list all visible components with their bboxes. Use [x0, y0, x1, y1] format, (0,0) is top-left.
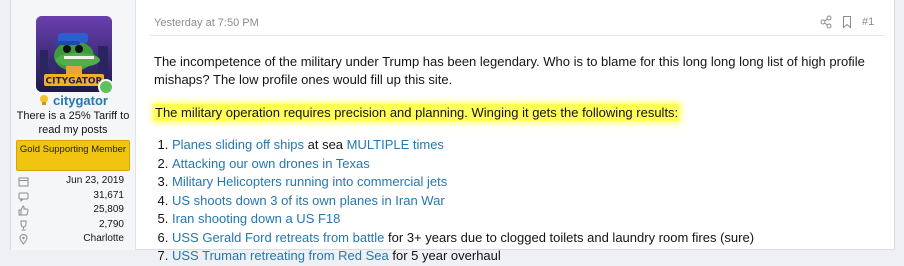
trophy-icon [20, 220, 27, 230]
post-container: CITYGATOR citygator There is a 25% Tarif… [10, 0, 895, 263]
post-number[interactable]: #1 [862, 16, 874, 28]
username-link[interactable]: citygator [53, 93, 108, 108]
list-item: USS Gerald Ford retreats from battle for… [172, 229, 894, 248]
stat-messages: 31,671 [16, 190, 130, 205]
list-link[interactable]: Iran shooting down a US F18 [172, 211, 340, 226]
list-item: Iran shooting down a US F18 [172, 210, 894, 229]
share-icon[interactable] [820, 15, 832, 29]
list-item: Attacking our own drones in Texas [172, 155, 894, 174]
user-stats: Jun 23, 2019 31,671 25,809 2,790 Charlot… [16, 175, 130, 248]
list-link[interactable]: Attacking our own drones in Texas [172, 156, 370, 171]
lightbulb-icon [40, 95, 49, 105]
stat-points: 2,790 [16, 219, 130, 234]
thumbs-up-icon [18, 205, 29, 216]
list-link[interactable]: USS Gerald Ford retreats from battle [172, 230, 384, 245]
post-date[interactable]: Yesterday at 7:50 PM [154, 17, 259, 29]
list-item: US shoots down 3 of its own planes in Ir… [172, 192, 894, 211]
header-divider [149, 35, 884, 36]
list-item: Military Helicopters running into commer… [172, 173, 894, 192]
bookmark-icon[interactable] [842, 15, 852, 29]
user-banner: Gold Supporting Member [16, 140, 130, 171]
user-title: There is a 25% Tariff to read my posts [16, 110, 130, 136]
stat-joined: Jun 23, 2019 [16, 175, 130, 190]
list-link[interactable]: MULTIPLE times [347, 137, 444, 152]
post-actions: #1 [820, 15, 880, 31]
post-main: Yesterday at 7:50 PM #1 The incompetence… [135, 0, 894, 263]
stat-location: Charlotte [16, 233, 130, 248]
highlighted-paragraph: The military operation requires precisio… [154, 104, 894, 122]
post-paragraph: The incompetence of the military under T… [154, 54, 865, 87]
messages-icon [18, 192, 29, 202]
location-pin-icon [19, 234, 28, 245]
stat-reactions: 25,809 [16, 204, 130, 219]
list-link[interactable]: USS Truman retreating from Red Sea [172, 248, 389, 263]
list-item: Planes sliding off ships at sea MULTIPLE… [172, 136, 894, 155]
svg-text:CITYGATOR: CITYGATOR [46, 77, 103, 87]
list-link[interactable]: US shoots down 3 of its own planes in Ir… [172, 193, 445, 208]
list-link[interactable]: Military Helicopters running into commer… [172, 174, 447, 189]
list-link[interactable]: Planes sliding off ships [172, 137, 304, 152]
username-row: citygator [11, 93, 135, 108]
post-body: The incompetence of the military under T… [154, 53, 894, 266]
mishap-list: Planes sliding off ships at sea MULTIPLE… [154, 136, 894, 266]
highlighted-text: The military operation requires precisio… [154, 104, 680, 121]
calendar-icon [18, 177, 29, 187]
user-info-panel: CITYGATOR citygator There is a 25% Tarif… [11, 0, 136, 250]
